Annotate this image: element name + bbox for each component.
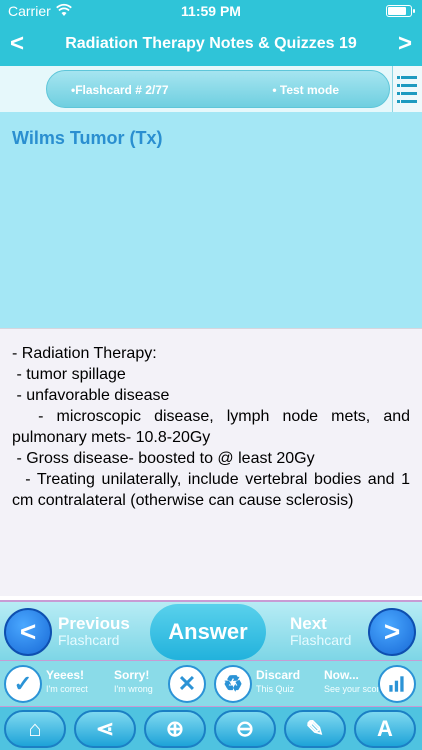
forward-button[interactable]: > [398,30,412,58]
answer-line: - Gross disease- boosted to @ least 20Gy [12,450,315,467]
test-mode-toggle[interactable]: • Test mode [272,83,339,97]
battery-icon [386,5,415,17]
back-button[interactable]: < [10,30,24,58]
quiz-action-row: ✓ Yeees! I'm correct Sorry! I'm wrong ✕ … [0,660,422,706]
correct-sublabel: I'm correct [46,684,88,694]
home-icon: ⌂ [28,716,42,741]
toolbar: ⌂ ⋖ ⊕ ⊖ ✎ A [0,706,422,750]
next-sublabel: Flashcard [290,632,352,648]
previous-label: Previous [58,614,130,633]
share-button[interactable]: ⋖ [74,710,136,748]
answer-line: - tumor spillage [12,366,126,383]
answer-line: - Radiation Therapy: [12,345,157,362]
discard-sublabel: This Quiz [256,684,295,694]
wrong-sublabel: I'm wrong [114,684,153,694]
share-icon: ⋖ [95,716,115,741]
answer-panel: - Radiation Therapy: - tumor spillage - … [0,328,422,596]
flashcard-info-pill: •Flashcard # 2/77 • Test mode [46,70,390,108]
flashcard-counter: •Flashcard # 2/77 [71,83,169,97]
home-button[interactable]: ⌂ [4,710,66,748]
navigation-bar: < Radiation Therapy Notes & Quizzes 19 > [0,22,422,66]
chevron-right-icon: > [368,608,416,656]
zoom-out-icon: ⊖ [235,716,255,741]
chart-icon [378,665,416,703]
answer-button[interactable]: Answer [150,604,266,660]
next-label: Next [290,614,327,633]
flashcard-nav-row: < Previous Flashcard Answer Next Flashca… [0,600,422,660]
chevron-left-icon: < [4,608,52,656]
wrong-label: Sorry! [114,668,150,682]
score-label: Now... [324,668,359,682]
answer-line: - microscopic disease, lymph node mets, … [12,408,415,446]
previous-flashcard-button[interactable]: < Previous Flashcard [2,604,138,660]
check-icon: ✓ [4,665,42,703]
question-panel: Wilms Tumor (Tx) [0,112,422,328]
discard-quiz-button[interactable]: ♻ Discard This Quiz [212,663,314,705]
answer-line: - Treating unilaterally, include vertebr… [12,471,415,509]
correct-button[interactable]: ✓ Yeees! I'm correct [2,663,104,705]
status-bar: Carrier 11:59 PM [0,0,422,22]
next-flashcard-button[interactable]: Next Flashcard > [282,604,420,660]
wrong-button[interactable]: Sorry! I'm wrong ✕ [108,663,210,705]
recycle-icon: ♻ [214,665,252,703]
cross-icon: ✕ [168,665,206,703]
status-time: 11:59 PM [181,3,241,19]
answer-line: - unfavorable disease [12,387,170,404]
page-title: Radiation Therapy Notes & Quizzes 19 [65,35,357,52]
font-icon: A [377,716,393,741]
list-button[interactable] [392,66,422,112]
answer-text: - Radiation Therapy: - tumor spillage - … [12,343,410,511]
flashcard-info-bar: •Flashcard # 2/77 • Test mode [0,66,422,112]
zoom-out-button[interactable]: ⊖ [214,710,276,748]
bookmark-icon: ✎ [305,716,325,741]
correct-label: Yeees! [46,668,85,682]
question-title: Wilms Tumor (Tx) [12,128,163,148]
font-button[interactable]: A [354,710,416,748]
zoom-in-icon: ⊕ [165,716,185,741]
previous-sublabel: Flashcard [58,632,120,648]
bookmark-button[interactable]: ✎ [284,710,346,748]
discard-label: Discard [256,668,301,682]
score-sublabel: See your score [324,684,385,694]
zoom-in-button[interactable]: ⊕ [144,710,206,748]
see-score-button[interactable]: Now... See your score [318,663,420,705]
